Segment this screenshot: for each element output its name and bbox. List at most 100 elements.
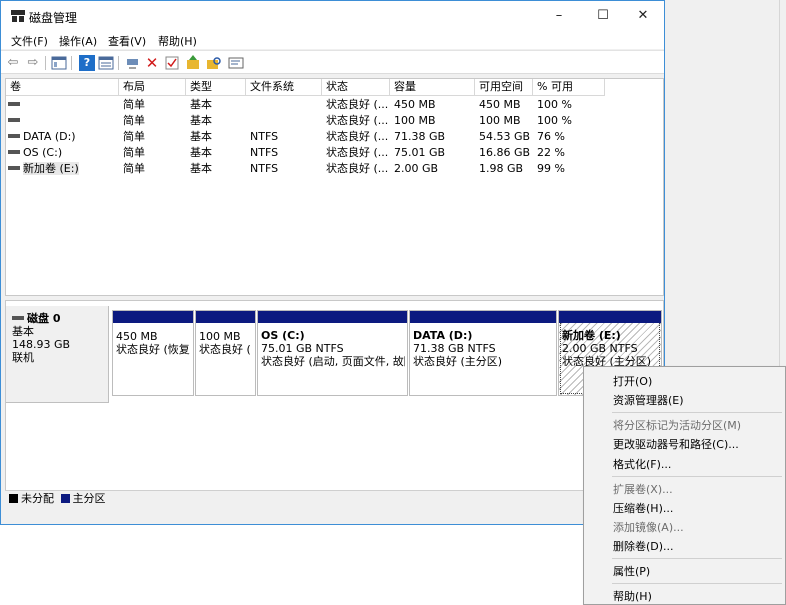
column-header-status[interactable]: 状态 (322, 79, 390, 96)
disk-type: 基本 (12, 325, 34, 338)
volume-free-space: 1.98 GB (479, 162, 524, 175)
partition-status: 状态良好 ( (199, 343, 251, 356)
volume-layout: 简单 (123, 130, 145, 143)
volume-free-space: 54.53 GB (479, 130, 531, 143)
partition-bar (196, 311, 255, 323)
volume-percent-free: 100 % (537, 98, 572, 111)
ctx-properties[interactable]: 属性(P) (613, 563, 650, 579)
menu-help[interactable]: 帮助(H) (158, 33, 197, 49)
properties-icon[interactable] (228, 55, 244, 71)
maximize-button[interactable]: ☐ (582, 1, 624, 31)
disk-management-window: 磁盘管理 – ☐ ✕ 文件(F) 操作(A) 查看(V) 帮助(H) ⇦ ⇨ ?… (0, 0, 665, 525)
partition-os-c[interactable]: OS (C:) 75.01 GB NTFS 状态良好 (启动, 页面文件, 故障 (257, 310, 408, 396)
partition-system[interactable]: 100 MB 状态良好 ( (195, 310, 256, 396)
column-header-layout[interactable]: 布局 (119, 79, 186, 96)
context-menu: 打开(O) 资源管理器(E) 将分区标记为活动分区(M) 更改驱动器号和路径(C… (583, 366, 786, 605)
forward-arrow-icon[interactable]: ⇨ (25, 55, 41, 71)
ctx-format[interactable]: 格式化(F)... (613, 456, 671, 472)
menu-file[interactable]: 文件(F) (11, 33, 48, 49)
back-arrow-icon[interactable]: ⇦ (5, 55, 21, 71)
volume-type: 基本 (190, 98, 212, 111)
disk-size: 148.93 GB (12, 338, 71, 351)
column-header-volume[interactable]: 卷 (6, 79, 119, 96)
disk-management-app-icon (11, 10, 25, 22)
column-header-filesystem[interactable]: 文件系统 (246, 79, 322, 96)
partition-size: 2.00 GB NTFS (562, 342, 638, 355)
connect-icon[interactable] (125, 55, 141, 71)
volume-capacity: 450 MB (394, 98, 436, 111)
disk-0-label[interactable]: 磁盘 0 基本 148.93 GB 联机 (6, 306, 109, 403)
partition-name: OS (C:) (261, 329, 305, 342)
volume-capacity: 100 MB (394, 114, 436, 127)
ctx-open[interactable]: 打开(O) (613, 373, 652, 389)
legend: 未分配 主分区 (5, 490, 664, 507)
close-button[interactable]: ✕ (622, 1, 664, 31)
toolbar-separator (118, 56, 119, 70)
partition-size: 75.01 GB NTFS (261, 342, 344, 355)
help-icon[interactable]: ? (79, 55, 95, 71)
column-header-percent-free[interactable]: % 可用 (533, 79, 605, 96)
toolbar-separator (71, 56, 72, 70)
volume-name: 新加卷 (E:) (23, 162, 79, 175)
partition-bar (559, 311, 661, 323)
volume-name: DATA (D:) (23, 130, 76, 143)
volume-icon (8, 166, 20, 170)
primary-partition-swatch (60, 493, 70, 503)
volume-percent-free: 22 % (537, 146, 565, 159)
legend-unallocated: 未分配 (21, 492, 54, 505)
delete-icon[interactable]: ✕ (144, 55, 160, 71)
title-bar: 磁盘管理 – ☐ ✕ (1, 1, 664, 31)
volume-free-space: 450 MB (479, 98, 521, 111)
partition-bar (258, 311, 407, 323)
volume-percent-free: 100 % (537, 114, 572, 127)
volume-free-space: 16.86 GB (479, 146, 531, 159)
volume-filesystem: NTFS (250, 162, 279, 175)
volume-layout: 简单 (123, 98, 145, 111)
partition-size: 100 MB (199, 330, 241, 343)
volume-type: 基本 (190, 146, 212, 159)
partition-size: 450 MB (116, 330, 158, 343)
ctx-separator (612, 558, 782, 559)
volume-name: OS (C:) (23, 146, 63, 159)
partition-name: 新加卷 (E:) (562, 329, 621, 342)
ctx-help[interactable]: 帮助(H) (613, 588, 652, 604)
volume-filesystem: NTFS (250, 146, 279, 159)
volume-list: 卷 布局 类型 文件系统 状态 容量 可用空间 % 可用 简单 基本 状态良好 … (5, 78, 664, 296)
partition-status: 状态良好 (恢复 (116, 343, 190, 356)
volume-percent-free: 76 % (537, 130, 565, 143)
menu-action[interactable]: 操作(A) (59, 33, 97, 49)
menu-view[interactable]: 查看(V) (108, 33, 146, 49)
column-header-free-space[interactable]: 可用空间 (475, 79, 533, 96)
volume-status: 状态良好 (... (326, 162, 389, 175)
partition-data-d[interactable]: DATA (D:) 71.38 GB NTFS 状态良好 (主分区) (409, 310, 557, 396)
column-header-capacity[interactable]: 容量 (390, 79, 475, 96)
search-folder-icon[interactable] (206, 55, 222, 71)
disk-icon (12, 316, 24, 320)
menu-bar: 文件(F) 操作(A) 查看(V) 帮助(H) (1, 31, 664, 49)
ctx-shrink-volume[interactable]: 压缩卷(H)... (613, 500, 673, 516)
console-tree-icon[interactable] (51, 55, 67, 71)
checkbox-icon[interactable] (164, 55, 180, 71)
ctx-explorer[interactable]: 资源管理器(E) (613, 392, 684, 408)
ctx-change-drive-letter[interactable]: 更改驱动器号和路径(C)... (613, 436, 739, 452)
folder-up-icon[interactable] (185, 55, 201, 71)
ctx-delete-volume[interactable]: 删除卷(D)... (613, 538, 674, 554)
volume-type: 基本 (190, 130, 212, 143)
minimize-button[interactable]: – (538, 1, 580, 31)
volume-status: 状态良好 (... (326, 130, 389, 143)
disk-state: 联机 (12, 351, 34, 364)
partition-size: 71.38 GB NTFS (413, 342, 496, 355)
legend-primary: 主分区 (72, 492, 106, 505)
volume-type: 基本 (190, 162, 212, 175)
volume-type: 基本 (190, 114, 212, 127)
volume-icon (8, 118, 20, 122)
disk-title: 磁盘 0 (27, 312, 61, 325)
view-icon[interactable] (98, 55, 114, 71)
volume-layout: 简单 (123, 162, 145, 175)
volume-status: 状态良好 (... (326, 146, 389, 159)
volume-layout: 简单 (123, 114, 145, 127)
partition-recovery[interactable]: 450 MB 状态良好 (恢复 (112, 310, 194, 396)
column-header-type[interactable]: 类型 (186, 79, 246, 96)
window-title: 磁盘管理 (29, 11, 78, 25)
toolbar: ⇦ ⇨ ? ✕ (1, 50, 664, 74)
